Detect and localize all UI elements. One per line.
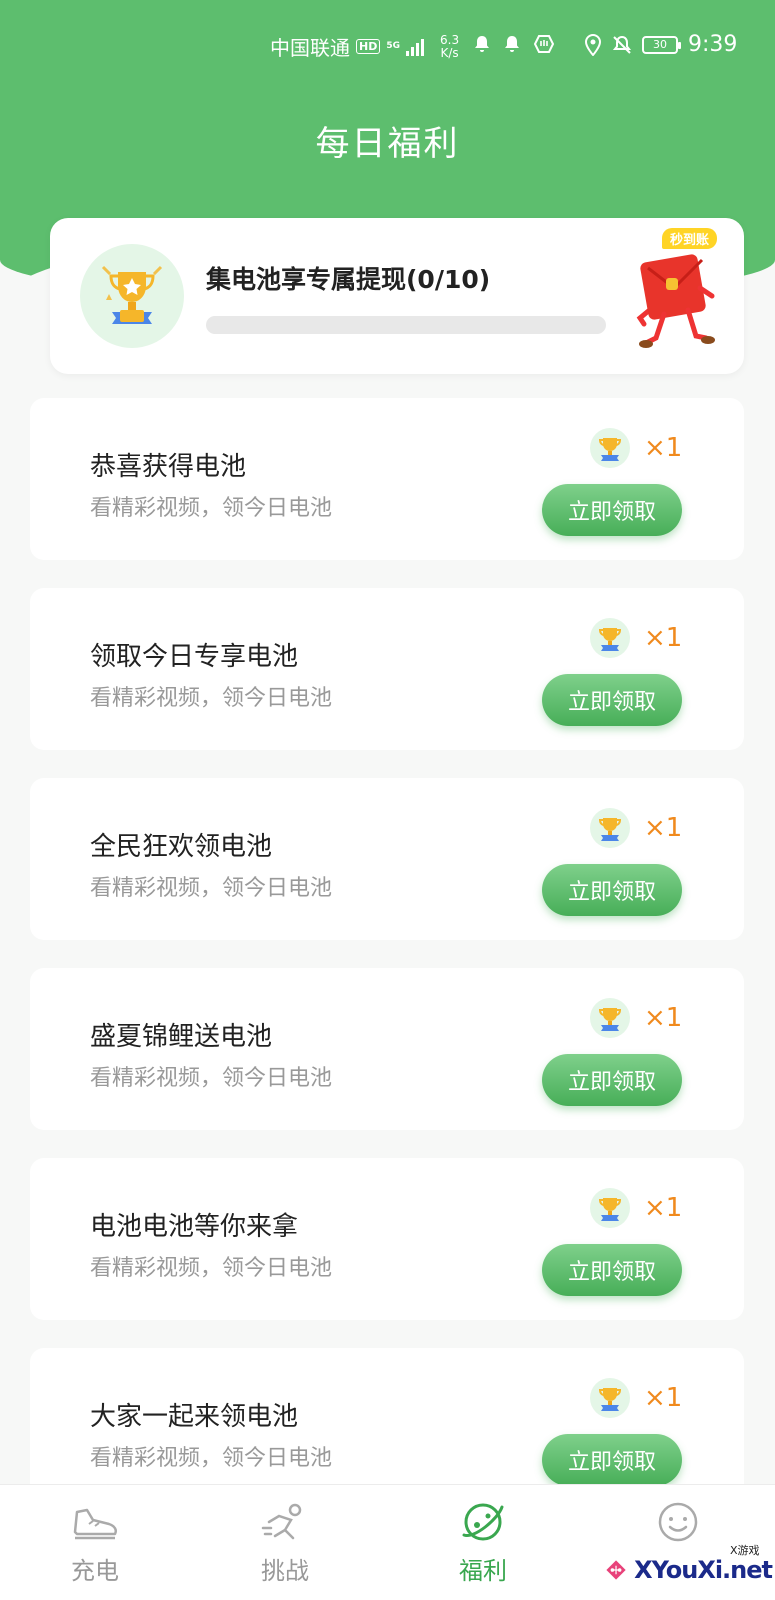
page-title: 每日福利 <box>315 124 460 164</box>
task-subtitle: 看精彩视频，领今日电池 <box>90 496 333 521</box>
reward-count: ×1 <box>644 623 683 653</box>
site-watermark: XYouXi.net X游戏 <box>604 1544 773 1596</box>
claim-button[interactable]: 立即领取 <box>542 1054 682 1106</box>
sneaker-icon <box>73 1508 117 1540</box>
location-icon <box>584 33 602 56</box>
battery-reward-badge <box>590 618 630 658</box>
claim-button[interactable]: 立即领取 <box>542 1244 682 1296</box>
battery-reward-badge <box>590 1188 630 1228</box>
task-title: 恭喜获得电池 <box>90 452 247 482</box>
watermark-sub: X游戏 <box>730 1544 760 1557</box>
carrier-name: 中国联通 <box>270 36 350 60</box>
clock: 9:39 <box>688 32 738 57</box>
task-reward: ×1 <box>590 808 682 848</box>
reward-count: ×1 <box>644 433 683 463</box>
progress-bar <box>206 316 606 334</box>
task-card: 盛夏锦鲤送电池看精彩视频，领今日电池 ×1 立即领取 <box>30 968 744 1130</box>
bell-icon <box>505 36 519 52</box>
net-speed-value: 6.3 <box>440 32 460 47</box>
hand-shield-icon <box>534 35 554 53</box>
nav-challenge[interactable]: 挑战 <box>235 1499 335 1586</box>
hd-icon: HD <box>356 39 381 54</box>
mute-bell-icon <box>612 35 632 54</box>
trophy-icon <box>101 265 163 324</box>
claim-button[interactable]: 立即领取 <box>542 864 682 916</box>
task-card: 全民狂欢领电池看精彩视频，领今日电池 ×1 立即领取 <box>30 778 744 940</box>
bell-icon <box>475 36 489 52</box>
trophy-icon <box>598 818 622 841</box>
task-title: 盛夏锦鲤送电池 <box>90 1022 273 1052</box>
nav-label: 充电 <box>71 1557 119 1585</box>
task-subtitle: 看精彩视频，领今日电池 <box>90 876 333 901</box>
task-reward: ×1 <box>590 428 682 468</box>
nav-label: 福利 <box>459 1557 507 1585</box>
task-reward: ×1 <box>590 1378 682 1418</box>
reward-count: ×1 <box>644 1003 683 1033</box>
task-card: 电池电池等你来拿看精彩视频，领今日电池 ×1 立即领取 <box>30 1158 744 1320</box>
task-card: 恭喜获得电池看精彩视频，领今日电池 ×1 立即领取 <box>30 398 744 560</box>
progress-title: 集电池享专属提现(0/10) <box>206 265 491 294</box>
claim-button[interactable]: 立即领取 <box>542 484 682 536</box>
task-reward: ×1 <box>590 618 682 658</box>
task-subtitle: 看精彩视频，领今日电池 <box>90 686 333 711</box>
smiley-icon <box>658 1502 698 1542</box>
red-envelope-mascot-icon <box>636 254 715 348</box>
trophy-icon <box>598 628 622 651</box>
task-reward: ×1 <box>590 998 682 1038</box>
battery-reward-badge <box>590 1378 630 1418</box>
claim-button[interactable]: 立即领取 <box>542 674 682 726</box>
battery-reward-badge <box>590 808 630 848</box>
task-subtitle: 看精彩视频，领今日电池 <box>90 1446 333 1471</box>
task-card: 领取今日专享电池看精彩视频，领今日电池 ×1 立即领取 <box>30 588 744 750</box>
net-speed: 6.3 K/s <box>440 32 460 60</box>
reward-count: ×1 <box>644 813 683 843</box>
signal-icon <box>406 38 424 56</box>
nav-charge[interactable]: 充电 <box>45 1499 145 1586</box>
task-title: 全民狂欢领电池 <box>90 832 273 862</box>
reward-count: ×1 <box>644 1193 683 1223</box>
reward-count: ×1 <box>644 1383 683 1413</box>
status-bar: 中国联通 HD 5G 6.3 K/s 30 9:39 <box>0 28 775 64</box>
progress-card: 集电池享专属提现(0/10) 秒到账 <box>50 218 744 374</box>
task-subtitle: 看精彩视频，领今日电池 <box>90 1256 333 1281</box>
task-title: 领取今日专享电池 <box>90 642 299 672</box>
trophy-icon <box>598 1388 622 1411</box>
planet-icon <box>462 1503 504 1541</box>
battery-icon: 30 <box>642 35 681 54</box>
trophy-badge <box>80 244 184 348</box>
runner-icon <box>261 1503 302 1540</box>
network-type: 5G <box>386 41 400 51</box>
task-subtitle: 看精彩视频，领今日电池 <box>90 1066 333 1091</box>
battery-reward-badge <box>590 428 630 468</box>
battery-reward-badge <box>590 998 630 1038</box>
gamepad-logo-icon <box>606 1560 626 1580</box>
trophy-icon <box>598 438 622 461</box>
trophy-icon <box>598 1008 622 1031</box>
net-speed-unit: K/s <box>440 45 459 60</box>
instant-payout-badge: 秒到账 <box>662 228 718 249</box>
task-title: 大家一起来领电池 <box>90 1402 299 1432</box>
nav-welfare[interactable]: 福利 <box>433 1499 533 1586</box>
trophy-icon <box>598 1198 622 1221</box>
claim-button[interactable]: 立即领取 <box>542 1434 682 1486</box>
nav-label: 挑战 <box>261 1557 309 1585</box>
task-title: 电池电池等你来拿 <box>90 1212 299 1242</box>
task-reward: ×1 <box>590 1188 682 1228</box>
battery-level: 30 <box>653 37 667 51</box>
watermark-text: XYouXi.net <box>634 1556 773 1584</box>
